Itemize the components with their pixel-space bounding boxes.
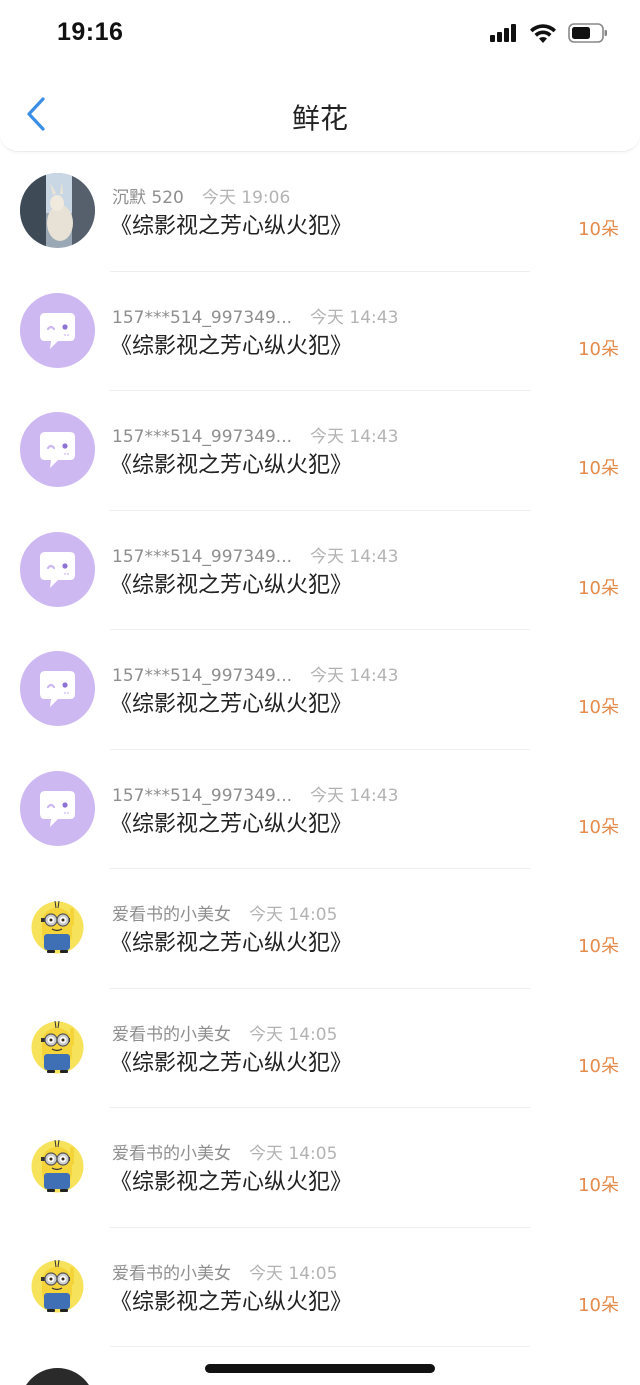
flower-count: 10朵	[578, 1055, 619, 1077]
item-meta: 157***514_997349... 今天 14:43	[112, 542, 398, 567]
list-item[interactable]: 157***514_997349... 今天 14:43 《综影视之芳心纵火犯》 10…	[0, 272, 640, 391]
user-name: 157***514_997349...	[112, 785, 293, 806]
flower-count: 10朵	[578, 219, 619, 240]
avatar[interactable]	[20, 173, 95, 248]
list-item[interactable]: 157***514_997349... 今天 14:43 《综影视之芳心纵火犯》 10…	[0, 391, 640, 511]
timestamp: 今天 14:43	[310, 307, 399, 328]
book-title: 《综影视之芳心纵火犯》	[110, 572, 353, 598]
book-title: 《综影视之芳心纵火犯》	[110, 214, 353, 239]
battery-icon	[568, 23, 608, 47]
list-item[interactable]: 爱看书的小美女 今天 14:05 《综影视之芳心纵火犯》 10朵	[0, 1108, 640, 1228]
user-name: 爱看书的小美女	[112, 1024, 231, 1045]
list-item[interactable]: 157***514_997349... 今天 14:43 《综影视之芳心纵火犯》 10…	[0, 750, 640, 869]
book-title: 《综影视之芳心纵火犯》	[110, 1289, 353, 1315]
timestamp: 今天 19:06	[201, 188, 291, 208]
flower-count: 10朵	[578, 1294, 619, 1316]
avatar[interactable]	[20, 1129, 95, 1204]
timestamp: 今天 14:05	[249, 1024, 338, 1045]
user-name: 爱看书的小美女	[112, 1263, 231, 1284]
user-name: 157***514_997349...	[112, 666, 293, 686]
item-meta: 157***514_997349... 今天 14:43	[112, 303, 398, 328]
timestamp: 今天 14:43	[310, 666, 399, 686]
flower-list: 沉默 520 今天 19:06 《综影视之芳心纵火犯》 10朵 157***514_99…	[0, 152, 640, 1347]
page-title: 鲜花	[291, 102, 348, 135]
list-item[interactable]: 爱看书的小美女 今天 14:05 《综影视之芳心纵火犯》 10朵	[0, 869, 640, 989]
wifi-icon	[530, 23, 556, 47]
user-name: 爱看书的小美女	[112, 1144, 231, 1164]
signal-icon	[490, 24, 518, 46]
avatar[interactable]	[20, 1009, 95, 1085]
flower-count: 10朵	[578, 936, 619, 957]
avatar[interactable]	[20, 292, 95, 368]
list-item[interactable]: 157***514_997349... 今天 14:43 《综影视之芳心纵火犯》 10…	[0, 630, 640, 750]
flower-count: 10朵	[578, 577, 619, 599]
book-title: 《综影视之芳心纵火犯》	[110, 1050, 353, 1076]
book-title: 《综影视之芳心纵火犯》	[110, 1170, 353, 1195]
item-meta: 爱看书的小美女 今天 14:05	[112, 1139, 337, 1164]
item-meta: 爱看书的小美女 今天 14:05	[112, 1020, 337, 1045]
navigation-bar: 19:16 鲜花	[0, 0, 640, 152]
avatar[interactable]	[20, 770, 95, 846]
timestamp: 今天 14:05	[249, 905, 338, 925]
user-name: 沉默 520	[112, 188, 184, 208]
user-name: 爱看书的小美女	[112, 905, 231, 925]
avatar[interactable]	[20, 412, 95, 487]
book-title: 《综影视之芳心纵火犯》	[110, 333, 353, 359]
item-meta: 157***514_997349... 今天 14:43	[112, 781, 398, 806]
timestamp: 今天 14:43	[310, 785, 399, 806]
item-meta: 沉默 520 今天 19:06	[112, 183, 290, 208]
book-title: 《综影视之芳心纵火犯》	[110, 931, 353, 956]
user-name: 157***514_997349...	[112, 427, 293, 447]
item-meta: 157***514_997349... 今天 14:43	[112, 661, 398, 686]
avatar[interactable]	[20, 531, 95, 607]
item-meta: 157***514_997349... 今天 14:43	[112, 422, 398, 447]
flower-count: 10朵	[578, 697, 619, 718]
flower-count: 10朵	[578, 816, 619, 838]
timestamp: 今天 14:43	[310, 546, 399, 567]
avatar[interactable]	[20, 1248, 95, 1324]
status-bar: 19:16	[0, 0, 640, 70]
home-indicator[interactable]	[205, 1364, 435, 1373]
user-name: 157***514_997349...	[112, 307, 293, 328]
book-title: 《综影视之芳心纵火犯》	[110, 692, 353, 717]
list-item[interactable]: 沉默 520 今天 19:06 《综影视之芳心纵火犯》 10朵	[0, 152, 640, 272]
timestamp: 今天 14:43	[310, 427, 399, 447]
status-time: 19:16	[57, 18, 124, 46]
status-icons	[490, 23, 608, 47]
list-item[interactable]: 爱看书的小美女 今天 14:05 《综影视之芳心纵火犯》 10朵	[0, 1228, 640, 1347]
item-meta: 爱看书的小美女 今天 14:05	[112, 1259, 337, 1284]
book-title: 《综影视之芳心纵火犯》	[110, 811, 353, 837]
avatar[interactable]	[20, 890, 95, 965]
timestamp: 今天 14:05	[249, 1144, 338, 1164]
item-meta: 爱看书的小美女 今天 14:05	[112, 900, 337, 925]
user-name: 157***514_997349...	[112, 546, 293, 567]
flower-count: 10朵	[578, 1175, 619, 1196]
flower-count: 10朵	[578, 338, 619, 360]
book-title: 《综影视之芳心纵火犯》	[110, 453, 353, 478]
avatar[interactable]	[20, 651, 95, 726]
list-item[interactable]: 爱看书的小美女 今天 14:05 《综影视之芳心纵火犯》 10朵	[0, 989, 640, 1108]
list-item[interactable]: 157***514_997349... 今天 14:43 《综影视之芳心纵火犯》 10…	[0, 511, 640, 630]
timestamp: 今天 14:05	[249, 1263, 338, 1284]
flower-count: 10朵	[578, 458, 619, 479]
avatar	[20, 1368, 95, 1385]
